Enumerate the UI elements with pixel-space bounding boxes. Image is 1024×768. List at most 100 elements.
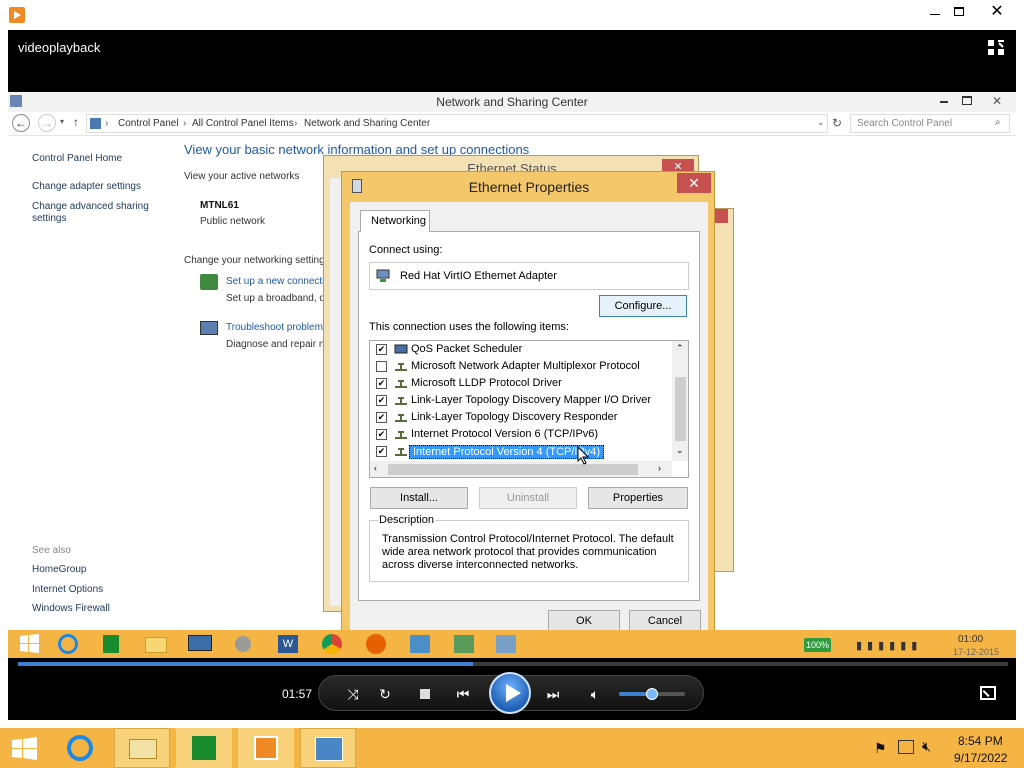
volume-icon[interactable]: 🔈︎: [585, 684, 605, 704]
network-tray-icon[interactable]: [898, 740, 914, 754]
start-icon[interactable]: [10, 736, 40, 762]
dialog-close-icon[interactable]: ✕: [677, 173, 711, 193]
search-input[interactable]: Search Control Panel ⌕: [850, 114, 1010, 133]
media-player-taskbar-icon[interactable]: [238, 728, 294, 768]
item-checkbox[interactable]: ✔: [376, 412, 387, 423]
nsc-restore-icon[interactable]: [962, 96, 972, 105]
horizontal-scroll-thumb[interactable]: [388, 464, 638, 475]
sidebar-change-adapter[interactable]: Change adapter settings: [32, 181, 141, 192]
repeat-icon[interactable]: ↻: [375, 684, 395, 704]
list-item[interactable]: ✔ QoS Packet Scheduler: [370, 341, 670, 358]
troubleshoot-desc: Diagnose and repair no: [226, 339, 330, 350]
ok-button[interactable]: OK: [548, 610, 620, 632]
refresh-icon[interactable]: ↻: [832, 116, 842, 130]
tab-networking[interactable]: Networking: [360, 210, 430, 232]
item-label: Internet Protocol Version 4 (TCP/IPv4): [409, 445, 605, 459]
list-item[interactable]: ✔ Internet Protocol Version 4 (TCP/IPv4): [370, 443, 670, 460]
item-checkbox[interactable]: [376, 361, 387, 372]
see-also-windows-firewall[interactable]: Windows Firewall: [32, 603, 110, 614]
inner-app2-icon[interactable]: [446, 632, 480, 656]
inner-monitor-icon[interactable]: [182, 632, 216, 656]
list-item[interactable]: ✔ Link-Layer Topology Discovery Responder: [370, 409, 670, 426]
inner-explorer-icon[interactable]: [138, 632, 172, 656]
inner-app-icon[interactable]: [226, 632, 260, 656]
forward-icon[interactable]: →: [38, 114, 56, 132]
list-item[interactable]: Microsoft Network Adapter Multiplexor Pr…: [370, 358, 670, 375]
sidebar-control-panel-home[interactable]: Control Panel Home: [32, 153, 122, 164]
breadcrumb-all-items[interactable]: All Control Panel Items: [192, 118, 294, 129]
nsc-close-icon[interactable]: ✕: [986, 92, 1008, 110]
inner-word-icon[interactable]: W: [270, 632, 304, 656]
inner-ie-icon[interactable]: [50, 632, 84, 656]
item-checkbox[interactable]: ✔: [376, 344, 387, 355]
setup-connection-link[interactable]: Set up a new connectio: [226, 276, 330, 287]
volume-knob[interactable]: [646, 688, 658, 700]
list-item[interactable]: ✔ Link-Layer Topology Discovery Mapper I/…: [370, 392, 670, 409]
back-icon[interactable]: ←: [12, 114, 30, 132]
play-button[interactable]: [489, 672, 531, 714]
inner-app3-icon[interactable]: [488, 632, 522, 656]
inner-start-icon[interactable]: [12, 632, 46, 656]
scroll-up-icon[interactable]: ⌃: [676, 343, 684, 354]
see-also-internet-options[interactable]: Internet Options: [32, 584, 103, 595]
close-icon[interactable]: ✕: [984, 2, 1010, 22]
ie-icon[interactable]: [64, 732, 98, 764]
inner-firefox-icon[interactable]: [358, 632, 392, 656]
control-panel-taskbar-icon[interactable]: [300, 728, 356, 768]
properties-button[interactable]: Properties: [588, 487, 688, 509]
nsc-minimize-icon[interactable]: [940, 101, 948, 103]
next-icon[interactable]: ⏭: [543, 684, 563, 704]
action-center-flag-icon[interactable]: ⚑: [874, 740, 887, 757]
cancel-button[interactable]: Cancel: [629, 610, 701, 632]
breadcrumb-nsc[interactable]: Network and Sharing Center: [304, 118, 430, 129]
list-item[interactable]: ✔ Microsoft LLDP Protocol Driver: [370, 375, 670, 392]
store-icon[interactable]: [176, 728, 232, 768]
recent-pages-chevron-icon[interactable]: ▾: [60, 117, 64, 126]
breadcrumb-control-panel[interactable]: Control Panel: [118, 118, 179, 129]
item-checkbox[interactable]: ✔: [376, 446, 387, 457]
list-item[interactable]: ✔ Internet Protocol Version 6 (TCP/IPv6): [370, 426, 670, 443]
search-icon[interactable]: ⌕: [995, 117, 1001, 128]
sidebar-change-advanced-sharing[interactable]: Change advanced sharing: [32, 201, 149, 212]
scroll-left-icon[interactable]: ‹: [374, 463, 377, 473]
maximize-icon[interactable]: [948, 4, 970, 20]
shuffle-icon[interactable]: ⤨: [343, 684, 363, 704]
description-label: Description: [378, 514, 436, 526]
file-explorer-icon[interactable]: [114, 728, 170, 768]
vertical-scroll-thumb[interactable]: [675, 377, 686, 441]
up-icon[interactable]: ↑: [73, 115, 79, 129]
qos-scheduler-icon: [394, 344, 408, 355]
adapter-box: Red Hat VirtIO Ethernet Adapter: [369, 262, 689, 290]
items-list[interactable]: ✔ QoS Packet Scheduler Microsoft Network A…: [369, 340, 689, 478]
item-checkbox[interactable]: ✔: [376, 395, 387, 406]
control-panel-icon: [90, 118, 101, 129]
troubleshoot-link[interactable]: Troubleshoot problems: [226, 322, 328, 333]
volume-muted-tray-icon[interactable]: 🔇︎: [922, 738, 931, 755]
protocol-icon: [394, 361, 408, 372]
volume-slider[interactable]: [619, 688, 685, 700]
description-group: Description Transmission Control Protoco…: [369, 514, 689, 582]
seek-bar[interactable]: [18, 662, 1008, 666]
protocol-icon: [394, 395, 408, 406]
minimize-icon[interactable]: [924, 4, 946, 20]
networking-panel: Connect using: Red Hat VirtIO Ethernet A…: [358, 231, 700, 601]
inner-store-icon[interactable]: [94, 632, 128, 656]
scroll-down-icon[interactable]: ⌄: [676, 445, 684, 456]
item-checkbox[interactable]: ✔: [376, 429, 387, 440]
sidebar-change-advanced-sharing-2[interactable]: settings: [32, 213, 66, 224]
configure-button[interactable]: Configure...: [599, 295, 687, 317]
horizontal-scrollbar[interactable]: ‹ ›: [370, 461, 672, 477]
vertical-scrollbar[interactable]: ⌃ ⌄: [672, 341, 688, 461]
address-bar[interactable]: › Control Panel › All Control Panel Item…: [86, 114, 828, 133]
install-button[interactable]: Install...: [370, 487, 468, 509]
fullscreen-icon[interactable]: [980, 686, 996, 700]
scroll-right-icon[interactable]: ›: [658, 463, 661, 473]
previous-icon[interactable]: ⏮: [453, 684, 473, 704]
inner-network-icon[interactable]: [402, 632, 436, 656]
stop-icon[interactable]: [415, 684, 435, 704]
inner-chrome-icon[interactable]: [314, 632, 348, 656]
see-also-homegroup[interactable]: HomeGroup: [32, 564, 86, 575]
switch-to-library-icon[interactable]: [988, 40, 1006, 56]
address-dropdown-icon[interactable]: ⌄: [817, 117, 825, 128]
item-checkbox[interactable]: ✔: [376, 378, 387, 389]
